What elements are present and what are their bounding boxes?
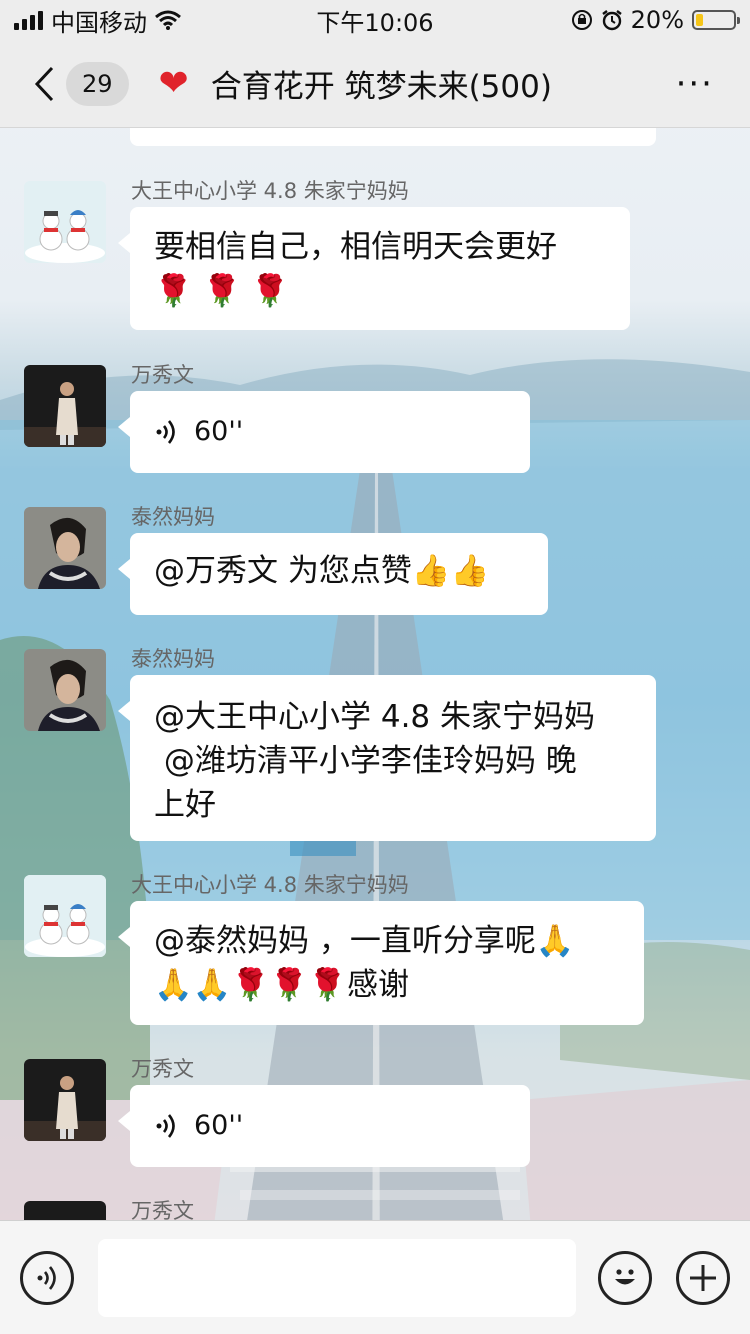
snowman-avatar[interactable] [24,875,106,957]
message-text: @大王中心小学 4.8 朱家宁妈妈 [154,699,596,735]
message-list[interactable]: 大王中心小学 4.8 朱家宁妈妈 要相信自己，相信明天会更好 🌹 🌹 🌹 万秀文 [0,128,750,1220]
wifi-icon [155,10,181,30]
status-bar: 中国移动 下午10:06 20% [0,0,750,40]
woman-avatar[interactable] [24,507,106,589]
message-text: @泰然妈妈 ，一直听分享呢🙏 [154,923,575,959]
message-bubble[interactable]: @泰然妈妈 ，一直听分享呢🙏 🙏🙏🌹🌹🌹感谢 [118,901,644,1025]
message-text: 🙏🙏🌹🌹🌹感谢 [154,967,409,1003]
message-text: 上好 [154,787,216,823]
carrier-label: 中国移动 [51,8,147,37]
smiley-face-icon [615,1268,635,1284]
battery-percent: 20% [630,6,684,34]
snowman-avatar[interactable] [24,181,106,263]
more-options-button[interactable]: ··· [676,64,714,104]
message-text-input[interactable] [98,1238,576,1317]
back-button[interactable] [24,40,64,128]
voice-duration: 60'' [194,1110,244,1141]
battery-level-fill [696,14,704,26]
voice-wave-icon [37,1265,56,1290]
previous-message-bubble [130,128,656,146]
message-bubble[interactable]: 要相信自己，相信明天会更好 🌹 🌹 🌹 [118,207,630,330]
rotation-lock-icon [571,10,592,30]
message-text: @潍坊清平小学李佳玲妈妈 晚 [154,743,577,779]
message-text: 要相信自己，相信明天会更好 [154,229,557,265]
plus-icon [690,1264,716,1291]
message-text: @万秀文 为您点赞👍👍 [154,553,490,589]
message-bubble[interactable]: @大王中心小学 4.8 朱家宁妈妈 @潍坊清平小学李佳玲妈妈 晚 上好 [118,675,656,841]
sender-name: 泰然妈妈 [131,647,215,671]
chat-title: 合育花开 筑梦未来(500) [210,69,552,105]
add-more-button[interactable] [676,1250,730,1305]
sender-name: 万秀文 [131,1199,194,1220]
man-avatar[interactable] [24,365,106,447]
voice-message-bubble[interactable]: 60'' [118,1085,530,1167]
chat-header: 29 ❤ 合育花开 筑梦未来(500) ··· [0,40,750,128]
alarm-icon [601,10,622,31]
message-input-bar [0,1220,750,1334]
voice-input-button[interactable] [20,1250,74,1305]
voice-message-bubble[interactable]: 60'' [118,391,530,473]
voice-wave-icon [156,420,175,444]
sender-name: 万秀文 [131,1057,194,1081]
sender-name: 万秀文 [131,363,194,387]
unread-count-badge[interactable]: 29 [66,61,129,106]
woman-avatar[interactable] [24,649,106,731]
emoji-button[interactable] [598,1250,652,1305]
man-avatar[interactable] [24,1059,106,1141]
voice-duration: 60'' [194,416,244,447]
signal-strength-icon [14,10,43,30]
sender-name: 大王中心小学 4.8 朱家宁妈妈 [131,873,409,897]
voice-wave-icon [156,1114,175,1138]
sender-name: 大王中心小学 4.8 朱家宁妈妈 [131,179,409,203]
message-bubble[interactable]: @万秀文 为您点赞👍👍 [118,533,548,615]
message-text: 🌹 🌹 🌹 [154,273,290,309]
heart-icon: ❤ [158,63,189,104]
sender-name: 泰然妈妈 [131,505,215,529]
man-avatar[interactable] [24,1201,106,1220]
chevron-left-icon [34,66,54,101]
battery-icon [692,10,740,30]
